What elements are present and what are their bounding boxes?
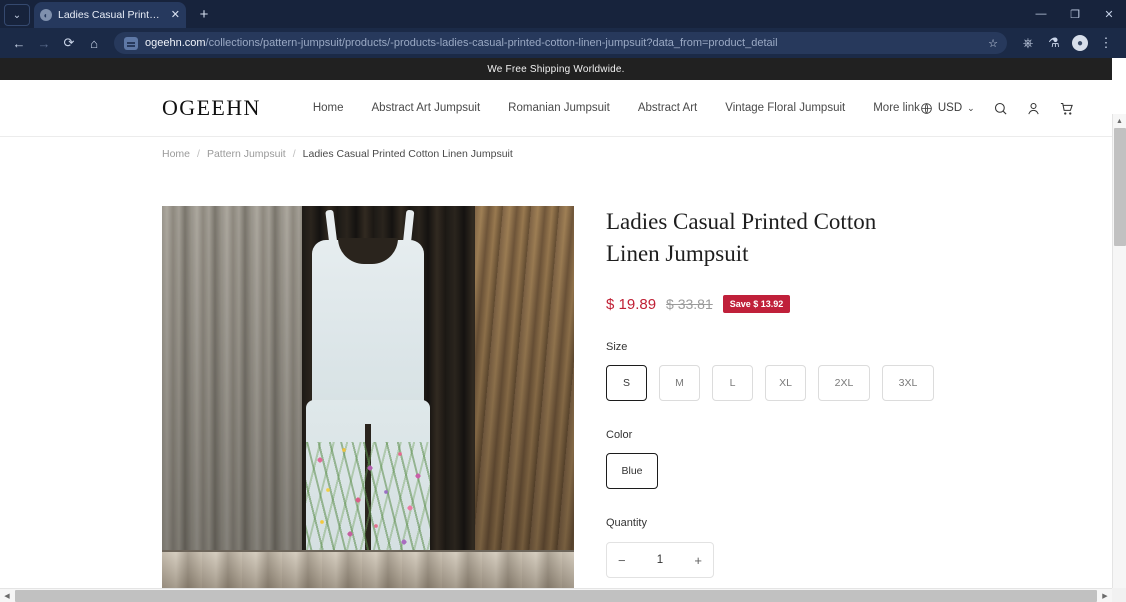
breadcrumb-current: Ladies Casual Printed Cotton Linen Jumps… — [303, 148, 513, 160]
horizontal-scrollbar[interactable]: ◀ ▶ — [0, 588, 1112, 602]
site-header: OGEEHN Home Abstract Art Jumpsuit Romani… — [0, 80, 1112, 136]
breadcrumb-home[interactable]: Home — [162, 148, 190, 160]
size-options: S M L XL 2XL 3XL — [606, 365, 1112, 401]
site-favicon-icon: ◐ — [40, 9, 52, 21]
breadcrumb-separator: / — [197, 148, 200, 160]
browser-toolbar: ← → ⟳ ⌂ ogeehn.com/collections/pattern-j… — [0, 28, 1126, 58]
url-text: ogeehn.com/collections/pattern-jumpsuit/… — [145, 37, 778, 49]
nav-item-abstract-art[interactable]: Abstract Art — [638, 102, 697, 114]
forward-icon[interactable]: → — [33, 32, 55, 54]
account-icon[interactable] — [1026, 101, 1041, 116]
horizontal-scroll-thumb[interactable] — [15, 590, 1097, 602]
announcement-bar: We Free Shipping Worldwide. — [0, 58, 1112, 80]
extensions-icon[interactable]: ⎈ — [1016, 32, 1040, 54]
globe-icon — [920, 102, 933, 115]
address-bar[interactable]: ogeehn.com/collections/pattern-jumpsuit/… — [114, 32, 1007, 54]
cart-icon[interactable] — [1059, 101, 1074, 116]
color-option-blue[interactable]: Blue — [606, 453, 658, 489]
size-option-3xl[interactable]: 3XL — [882, 365, 934, 401]
url-path: /collections/pattern-jumpsuit/products/-… — [206, 37, 778, 49]
close-icon[interactable]: ✕ — [171, 10, 180, 21]
browser-tab[interactable]: ◐ Ladies Casual Printed Cotton Li ✕ — [34, 2, 186, 28]
product-image[interactable] — [162, 206, 574, 596]
chevron-down-icon: ⌄ — [13, 10, 21, 21]
quantity-value[interactable]: 1 — [657, 554, 663, 566]
quantity-label: Quantity — [606, 517, 1112, 529]
nav-item-vintage-floral-jumpsuit[interactable]: Vintage Floral Jumpsuit — [725, 102, 845, 114]
back-icon[interactable]: ← — [8, 32, 30, 54]
main-nav: Home Abstract Art Jumpsuit Romanian Jump… — [313, 102, 920, 114]
browser-window: ⌄ ◐ Ladies Casual Printed Cotton Li ✕ + … — [0, 0, 1126, 602]
profile-avatar-icon[interactable]: ● — [1068, 32, 1092, 54]
url-host: ogeehn.com — [145, 37, 206, 49]
size-option-xl[interactable]: XL — [765, 365, 806, 401]
price-row: $ 19.89 $ 33.81 Save $ 13.92 — [606, 295, 1112, 313]
scroll-up-arrow[interactable]: ▲ — [1113, 114, 1126, 128]
browser-menu-icon[interactable]: ⋮ — [1094, 32, 1118, 54]
size-option-2xl[interactable]: 2XL — [818, 365, 870, 401]
bookmark-star-icon[interactable]: ☆ — [985, 35, 1001, 51]
color-options: Blue — [606, 453, 1112, 489]
header-actions: USD ⌄ — [920, 101, 1074, 116]
chevron-down-icon: ⌄ — [967, 103, 975, 114]
nav-item-more-link[interactable]: More link — [873, 102, 920, 114]
image-background-left — [162, 206, 306, 596]
vertical-scroll-thumb[interactable] — [1114, 128, 1126, 246]
scrollbar-corner — [1112, 588, 1126, 602]
nav-item-romanian-jumpsuit[interactable]: Romanian Jumpsuit — [508, 102, 610, 114]
new-tab-button[interactable]: + — [194, 4, 214, 24]
tab-strip: ⌄ ◐ Ladies Casual Printed Cotton Li ✕ + … — [0, 0, 1126, 28]
currency-value: USD — [938, 102, 962, 114]
product-title: Ladies Casual Printed Cotton Linen Jumps… — [606, 206, 916, 269]
breadcrumb: Home / Pattern Jumpsuit / Ladies Casual … — [0, 136, 1112, 170]
toolbar-actions: ⎈ ⚗ ● ⋮ — [1016, 32, 1118, 54]
current-price: $ 19.89 — [606, 296, 656, 313]
nav-item-abstract-art-jumpsuit[interactable]: Abstract Art Jumpsuit — [372, 102, 481, 114]
page-viewport: We Free Shipping Worldwide. OGEEHN Home … — [0, 58, 1126, 602]
tab-title: Ladies Casual Printed Cotton Li — [58, 9, 165, 21]
scroll-left-arrow[interactable]: ◀ — [0, 592, 14, 600]
quantity-decrease-button[interactable]: − — [618, 553, 626, 568]
search-icon[interactable] — [993, 101, 1008, 116]
product-info: Ladies Casual Printed Cotton Linen Jumps… — [574, 206, 1112, 602]
scroll-right-arrow[interactable]: ▶ — [1098, 592, 1112, 600]
site-settings-icon[interactable] — [124, 37, 138, 50]
window-close-button[interactable]: ✕ — [1092, 0, 1126, 28]
image-background-right — [475, 206, 574, 596]
web-page: We Free Shipping Worldwide. OGEEHN Home … — [0, 58, 1112, 595]
reload-icon[interactable]: ⟳ — [58, 32, 80, 54]
jumpsuit-graphic — [298, 210, 438, 578]
nav-item-home[interactable]: Home — [313, 102, 344, 114]
minimize-button[interactable]: — — [1024, 0, 1058, 28]
quantity-increase-button[interactable]: + — [694, 553, 702, 568]
vertical-scrollbar[interactable]: ▲ ▼ — [1112, 114, 1126, 602]
color-label: Color — [606, 429, 1112, 441]
original-price: $ 33.81 — [666, 296, 713, 312]
product-section: Ladies Casual Printed Cotton Linen Jumps… — [0, 170, 1112, 602]
breadcrumb-category[interactable]: Pattern Jumpsuit — [207, 148, 286, 160]
maximize-button[interactable]: ❐ — [1058, 0, 1092, 28]
currency-selector[interactable]: USD ⌄ — [920, 102, 975, 115]
jumpsuit-bodice — [312, 240, 424, 420]
product-gallery — [162, 206, 574, 602]
site-logo[interactable]: OGEEHN — [162, 95, 261, 121]
window-controls: — ❐ ✕ — [1024, 0, 1126, 28]
labs-flask-icon[interactable]: ⚗ — [1042, 32, 1066, 54]
size-option-s[interactable]: S — [606, 365, 647, 401]
size-option-m[interactable]: M — [659, 365, 700, 401]
size-label: Size — [606, 341, 1112, 353]
home-icon[interactable]: ⌂ — [83, 32, 105, 54]
size-option-l[interactable]: L — [712, 365, 753, 401]
tab-search-button[interactable]: ⌄ — [4, 4, 30, 26]
quantity-stepper: − 1 + — [606, 542, 714, 578]
breadcrumb-separator: / — [293, 148, 296, 160]
save-badge: Save $ 13.92 — [723, 295, 791, 313]
